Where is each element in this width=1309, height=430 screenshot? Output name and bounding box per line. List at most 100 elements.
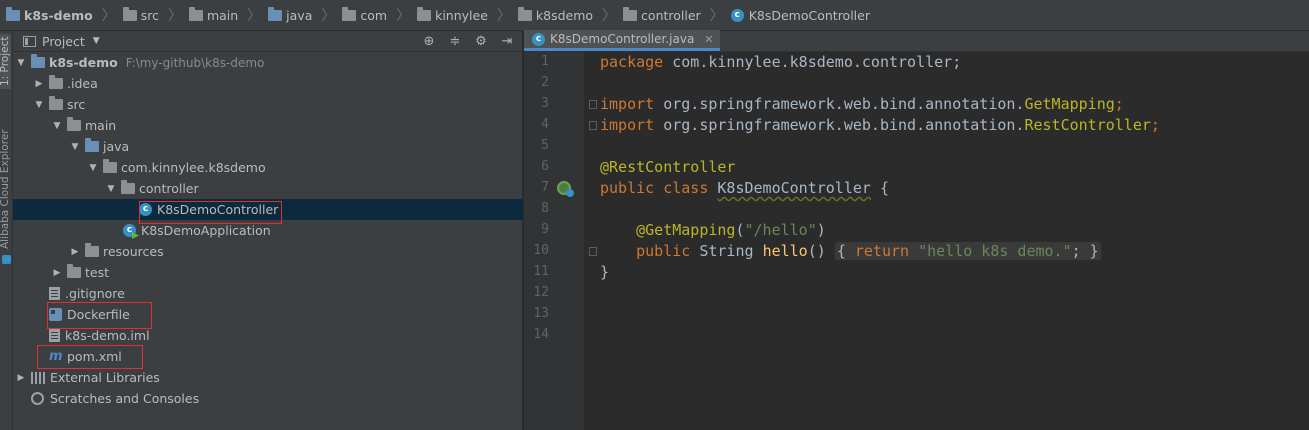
folder-icon xyxy=(342,6,357,21)
code-line-12: } xyxy=(600,263,610,281)
breadcrumb-item-k8sdemo[interactable]: k8sdemo xyxy=(516,0,595,31)
fold-marker-icon[interactable] xyxy=(589,121,597,130)
scratches-icon xyxy=(31,392,44,405)
line-number: 1 xyxy=(541,54,549,69)
line-number: 8 xyxy=(541,201,549,216)
tree-item-dockerfile[interactable]: Dockerfile xyxy=(13,304,523,325)
code-line-3: import org.springframework.web.bind.anno… xyxy=(600,95,1124,113)
tree-item-gitignore[interactable]: .gitignore xyxy=(13,283,523,304)
folder-icon xyxy=(623,6,638,21)
locate-icon[interactable]: ⊕ xyxy=(422,34,436,49)
chevron-down-icon[interactable]: ▼ xyxy=(93,36,100,46)
spring-app-class-icon: c xyxy=(123,224,136,237)
line-number: 11 xyxy=(533,264,549,279)
alibaba-cloud-icon xyxy=(2,255,11,264)
expand-arrow-icon[interactable]: ▼ xyxy=(87,163,99,173)
project-panel-tools: ⊕ ≑ ⚙ ⇥ xyxy=(422,31,522,52)
line-number: 9 xyxy=(541,222,549,237)
tree-item-scratches[interactable]: Scratches and Consoles xyxy=(13,388,523,409)
tree-item-external-libraries[interactable]: ▶ External Libraries xyxy=(13,367,523,388)
alibaba-cloud-explorer-tab[interactable]: Alibaba Cloud Explorer xyxy=(0,129,11,249)
tree-item-iml[interactable]: k8s-demo.iml xyxy=(13,325,523,346)
collapse-arrow-icon[interactable]: ▶ xyxy=(15,373,27,383)
tree-item-k8s-demo[interactable]: ▼ k8s-demo F:\my-github\k8s-demo xyxy=(13,52,523,73)
project-folder-icon xyxy=(31,54,45,68)
code-line-4: import org.springframework.web.bind.anno… xyxy=(600,116,1160,134)
project-panel: Project ▼ ⊕ ≑ ⚙ ⇥ ▼ k8s-demo F:\my-githu… xyxy=(13,31,523,430)
close-icon[interactable]: ✕ xyxy=(704,33,713,46)
breadcrumb-item-java[interactable]: java xyxy=(266,0,314,31)
line-number: 13 xyxy=(533,306,549,321)
tree-item-controller[interactable]: ▼ controller xyxy=(13,178,523,199)
breadcrumb-item-com[interactable]: com xyxy=(340,0,389,31)
tree-item-k8sdemoapplication[interactable]: c K8sDemoApplication xyxy=(13,220,523,241)
hide-panel-icon[interactable]: ⇥ xyxy=(500,34,514,49)
text-file-icon xyxy=(49,287,60,300)
code-line-10: public String hello() { return "hello k8… xyxy=(636,242,1101,260)
line-number: 7 xyxy=(541,180,549,195)
fold-marker-icon[interactable] xyxy=(589,247,597,256)
breadcrumb-item-controller[interactable]: controller xyxy=(621,0,703,31)
collapse-arrow-icon[interactable]: ▶ xyxy=(51,268,63,278)
package-icon xyxy=(121,180,135,194)
project-folder-icon xyxy=(6,6,20,21)
code-line-7: public class K8sDemoController { xyxy=(600,179,889,197)
tree-item-main[interactable]: ▼ main xyxy=(13,115,523,136)
breadcrumb: k8s-demo 〉 src 〉 main 〉 java 〉 com 〉 kin… xyxy=(0,0,1309,31)
class-icon: c xyxy=(532,32,545,46)
folder-icon xyxy=(417,6,432,21)
class-icon: c xyxy=(139,203,152,216)
editor-tab-k8sdemocontroller[interactable]: c K8sDemoController.java ✕ xyxy=(524,30,720,51)
source-folder-icon xyxy=(85,138,99,152)
project-view-selector[interactable]: Project xyxy=(42,34,85,49)
collapse-all-icon[interactable]: ≑ xyxy=(448,34,462,49)
breadcrumb-item-kinnylee[interactable]: kinnylee xyxy=(415,0,490,31)
line-number: 14 xyxy=(533,327,549,342)
spring-bean-gutter-icon[interactable] xyxy=(557,181,574,197)
gear-icon[interactable]: ⚙ xyxy=(474,34,488,49)
collapse-arrow-icon[interactable]: ▶ xyxy=(69,247,81,257)
tree-item-k8sdemocontroller[interactable]: c K8sDemoController xyxy=(13,199,523,220)
code-line-1: package com.kinnylee.k8sdemo.controller; xyxy=(600,53,962,71)
code-line-9: @GetMapping("/hello") xyxy=(636,221,826,239)
line-number: 2 xyxy=(541,75,549,90)
expand-arrow-icon[interactable]: ▼ xyxy=(51,121,63,131)
libraries-icon xyxy=(31,371,45,384)
breadcrumb-item-src[interactable]: src xyxy=(121,0,161,31)
tree-item-resources[interactable]: ▶ resources xyxy=(13,241,523,262)
collapse-arrow-icon[interactable]: ▶ xyxy=(33,79,45,89)
tree-item-package-k8sdemo[interactable]: ▼ com.kinnylee.k8sdemo xyxy=(13,157,523,178)
expand-arrow-icon[interactable]: ▼ xyxy=(33,100,45,110)
project-view-icon xyxy=(23,35,36,47)
breadcrumb-item-k8sdemocontroller[interactable]: c K8sDemoController xyxy=(729,0,872,31)
fold-marker-icon[interactable] xyxy=(589,100,597,109)
breadcrumb-separator: 〉 xyxy=(321,8,336,24)
expand-arrow-icon[interactable]: ▼ xyxy=(69,142,81,152)
code-area[interactable]: package com.kinnylee.k8sdemo.controller;… xyxy=(600,52,1309,430)
editor: c K8sDemoController.java ✕ 1 2 3 4 5 6 7… xyxy=(524,30,1309,430)
docker-file-icon xyxy=(49,308,62,321)
breadcrumb-item-main[interactable]: main xyxy=(187,0,240,31)
breadcrumb-separator: 〉 xyxy=(101,8,116,24)
folded-method-body[interactable]: { return "hello k8s demo."; } xyxy=(834,242,1101,260)
breadcrumb-separator: 〉 xyxy=(496,8,511,24)
line-number: 6 xyxy=(541,159,549,174)
tree-item-idea[interactable]: ▶ .idea xyxy=(13,73,523,94)
tree-item-java[interactable]: ▼ java xyxy=(13,136,523,157)
folder-icon xyxy=(122,6,137,21)
breadcrumb-separator: 〉 xyxy=(602,8,617,24)
tree-item-test[interactable]: ▶ test xyxy=(13,262,523,283)
expand-arrow-icon[interactable]: ▼ xyxy=(15,58,27,68)
folder-icon xyxy=(67,117,81,131)
project-tool-tab[interactable]: 1: Project xyxy=(0,33,11,89)
breadcrumb-separator: 〉 xyxy=(167,8,182,24)
breadcrumb-item-k8s-demo[interactable]: k8s-demo xyxy=(4,0,95,31)
folder-icon xyxy=(49,75,63,89)
tree-item-src[interactable]: ▼ src xyxy=(13,94,523,115)
line-number: 12 xyxy=(533,285,549,300)
code-line-6: @RestController xyxy=(600,158,736,176)
tree-item-pom-xml[interactable]: m pom.xml xyxy=(13,346,523,367)
expand-arrow-icon[interactable]: ▼ xyxy=(105,184,117,194)
left-tool-strip: 1: Project Alibaba Cloud Explorer xyxy=(0,31,13,430)
line-number: 3 xyxy=(541,96,549,111)
